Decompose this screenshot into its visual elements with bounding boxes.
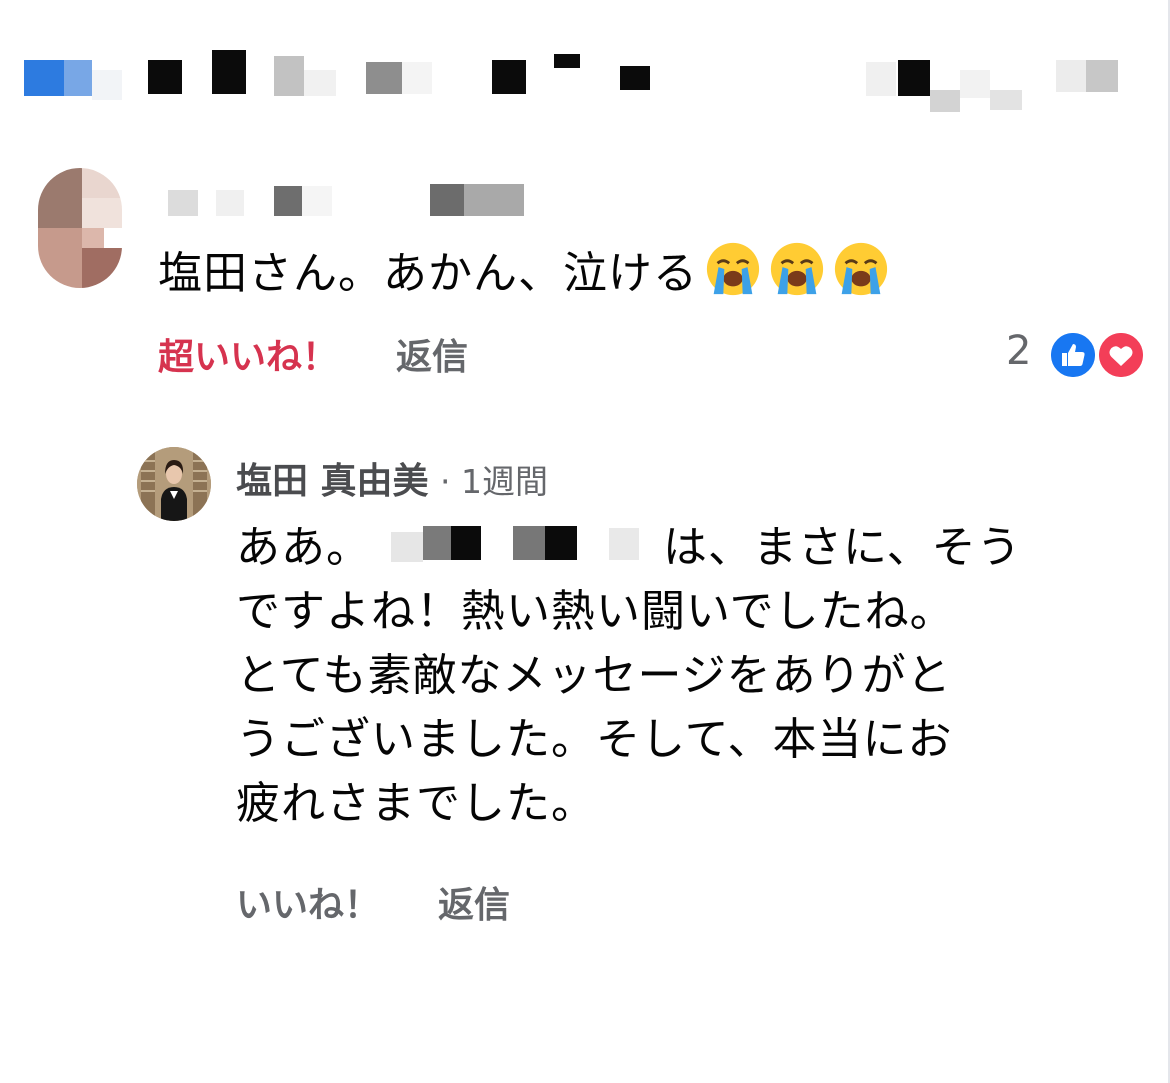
love-icon[interactable] [1096,330,1146,380]
commenter-avatar[interactable] [38,168,122,288]
comment-text: 塩田さん。あかん、泣ける [158,240,890,306]
reply-line: ですよね！熱い熱い闘いでしたね。 [236,586,955,637]
reply-line: うございました。そして、本当にお [236,714,953,765]
replier-avatar[interactable] [137,447,211,521]
censored-mention [391,522,651,566]
reply-timestamp[interactable]: · 1週間 [440,462,548,501]
reply-header: 塩田 真由美 · 1週間 [236,452,548,504]
reply-line: ああ。 は、まさに、そう [236,516,1116,580]
loudly-crying-face-icon [706,242,760,296]
like-icon[interactable] [1048,330,1098,380]
reply-button[interactable]: 返信 [396,337,468,378]
reply-button[interactable]: 返信 [438,885,510,926]
super-like-button[interactable]: 超いいね！ [158,337,338,378]
reply-line: とても素敵なメッセージをありがと [236,650,952,701]
reaction-count[interactable]: 2 [1006,328,1031,374]
censored-header [0,40,1170,120]
like-button[interactable]: いいね！ [236,885,380,926]
replier-name[interactable]: 塩田 真由美 [236,461,429,502]
loudly-crying-face-icon [834,242,888,296]
comment-text-content: 塩田さん。あかん、泣ける [158,248,698,299]
reply-actions: いいね！ 返信 [236,876,510,928]
reply-line-prefix: ああ。 [236,522,371,573]
reply-line: 疲れさまでした。 [236,778,596,829]
comment-actions: 超いいね！ 返信 [158,328,468,380]
loudly-crying-face-icon [770,242,824,296]
reply-line-suffix: は、まさに、そう [663,522,1022,573]
reply-text: ああ。 は、まさに、そう ですよね！熱い熱い闘いでしたね。 とても素敵なメッセー… [236,516,1116,836]
censored-commenter-name[interactable] [160,182,540,222]
